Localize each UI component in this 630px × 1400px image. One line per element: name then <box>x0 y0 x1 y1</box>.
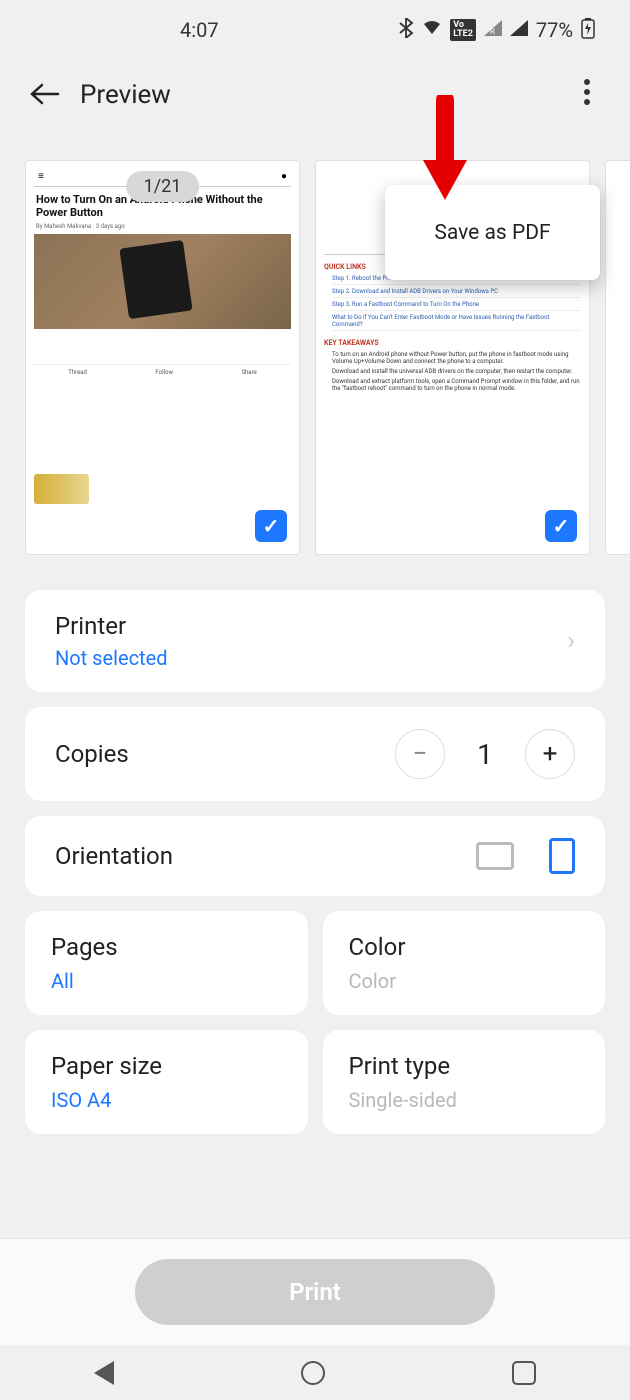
more-menu-icon[interactable] <box>584 79 590 111</box>
check-icon[interactable]: ✓ <box>545 510 577 542</box>
paper-size-value: ISO A4 <box>51 1088 111 1112</box>
status-bar: 4:07 VoLTE2 R 77% <box>0 0 630 60</box>
nav-back-icon[interactable] <box>94 1361 114 1385</box>
copies-increment-button[interactable]: + <box>525 729 575 779</box>
page-title: Preview <box>80 80 171 110</box>
annotation-arrow-icon <box>415 95 475 209</box>
pages-label: Pages <box>51 933 118 961</box>
color-value: Color <box>349 969 396 993</box>
copies-value: 1 <box>470 738 500 771</box>
popup-label: Save as PDF <box>434 221 550 245</box>
pages-setting[interactable]: Pages All <box>25 911 308 1015</box>
paper-size-setting[interactable]: Paper size ISO A4 <box>25 1030 308 1134</box>
print-type-value: Single-sided <box>349 1088 457 1112</box>
battery-charging-icon <box>581 17 595 44</box>
color-setting[interactable]: Color Color <box>323 911 606 1015</box>
copies-setting: Copies − 1 + <box>25 707 605 801</box>
chevron-right-icon: › <box>567 626 575 656</box>
color-label: Color <box>349 933 406 961</box>
bluetooth-icon <box>398 18 414 43</box>
copies-label: Copies <box>55 740 129 768</box>
wifi-icon <box>422 20 442 41</box>
printer-label: Printer <box>55 612 167 640</box>
page-counter-badge: 1/21 <box>126 171 200 202</box>
pages-value: All <box>51 969 74 993</box>
orientation-landscape-icon[interactable] <box>476 842 514 870</box>
print-button[interactable]: Print <box>135 1259 495 1325</box>
nav-home-icon[interactable] <box>301 1361 325 1385</box>
status-time: 4:07 <box>180 18 219 42</box>
page-thumbnail-3[interactable] <box>605 160 630 555</box>
orientation-label: Orientation <box>55 842 173 870</box>
signal-icon-1: R <box>484 20 502 41</box>
svg-text:R: R <box>490 27 495 36</box>
print-type-label: Print type <box>349 1052 451 1080</box>
printer-value: Not selected <box>55 646 167 670</box>
volte-icon: VoLTE2 <box>450 19 476 41</box>
copies-decrement-button[interactable]: − <box>395 729 445 779</box>
status-icons: VoLTE2 R 77% <box>398 17 595 44</box>
print-action-bar: Print <box>0 1238 630 1345</box>
orientation-portrait-icon[interactable] <box>549 838 575 874</box>
battery-percent: 77% <box>536 18 573 42</box>
print-settings: Printer Not selected › Copies − 1 + Orie… <box>0 590 630 1134</box>
system-nav-bar <box>0 1345 630 1400</box>
app-header: Preview <box>0 60 630 130</box>
nav-recent-icon[interactable] <box>512 1361 536 1385</box>
paper-size-label: Paper size <box>51 1052 162 1080</box>
check-icon[interactable]: ✓ <box>255 510 287 542</box>
page-thumbnail-1[interactable]: 1/21 ≡● How to Turn On an Android Phone … <box>25 160 300 555</box>
print-type-setting[interactable]: Print type Single-sided <box>323 1030 606 1134</box>
signal-icon-2 <box>510 20 528 41</box>
back-icon[interactable] <box>30 79 60 112</box>
orientation-setting: Orientation <box>25 816 605 896</box>
printer-setting[interactable]: Printer Not selected › <box>25 590 605 692</box>
